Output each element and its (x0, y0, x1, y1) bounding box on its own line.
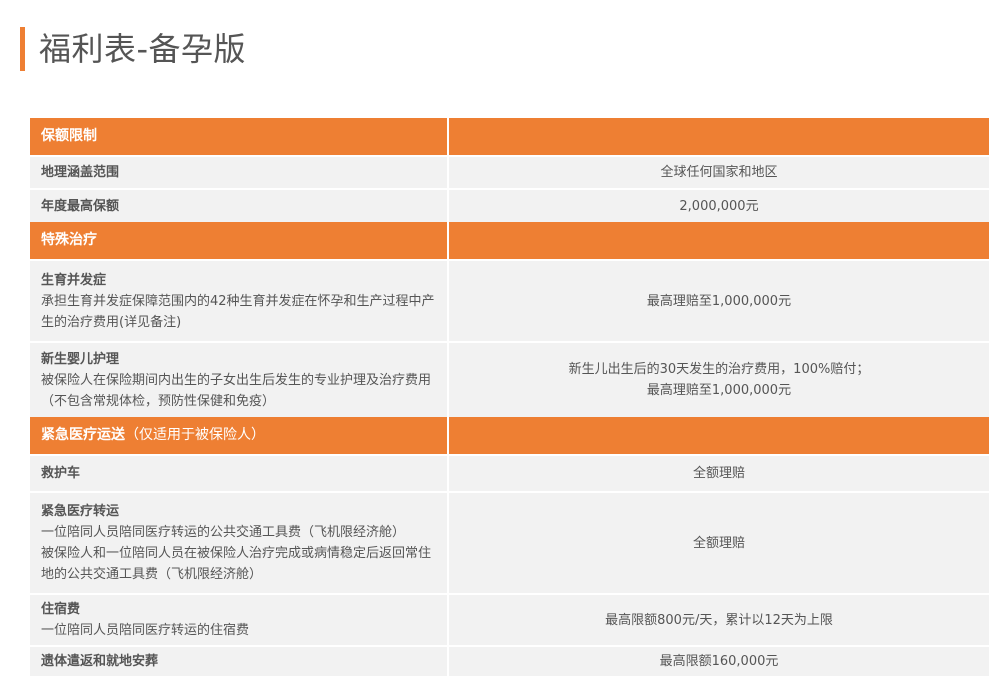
item-value: 最高限额160,000元 (448, 645, 989, 676)
item-description: 被保险人和一位陪同人员在被保险人治疗完成或病情稳定后返回常住地的公共交通工具费（… (41, 546, 432, 582)
section-header-emergency-transport: 紧急医疗运送（仅适用于被保险人） (30, 417, 989, 455)
item-name: 救护车 (41, 466, 81, 481)
section-label: 紧急医疗运送 (41, 427, 125, 443)
item-name: 生育并发症 (41, 272, 107, 288)
item-name-cell: 地理涵盖范围 (30, 155, 449, 189)
section-label: 特殊治疗 (41, 232, 97, 248)
title-accent-bar (20, 27, 25, 71)
section-title-cell: 紧急医疗运送（仅适用于被保险人） (30, 417, 449, 455)
item-description: 一位陪同人员陪同医疗转运的公共交通工具费（飞机限经济舱） (41, 525, 406, 540)
item-name: 新生婴儿护理 (41, 351, 120, 367)
table-row-accommodation: 住宿费 一位陪同人员陪同医疗转运的住宿费 最高限额800元/天，累计以12天为上… (30, 593, 989, 646)
item-name-cell: 紧急医疗转运 一位陪同人员陪同医疗转运的公共交通工具费（飞机限经济舱） 被保险人… (30, 491, 449, 594)
item-value: 2,000,000元 (448, 188, 989, 222)
item-name-cell: 救护车 (30, 454, 449, 492)
item-value: 最高理赔至1,000,000元 (448, 259, 989, 342)
section-blank-cell (448, 417, 989, 455)
section-blank-cell (448, 118, 989, 156)
section-header-coverage-limit: 保额限制 (30, 118, 989, 156)
table-row-geographic-scope: 地理涵盖范围 全球任何国家和地区 (30, 155, 989, 189)
item-name-cell: 住宿费 一位陪同人员陪同医疗转运的住宿费 (30, 593, 449, 646)
item-value: 全球任何国家和地区 (448, 155, 989, 189)
item-description: 被保险人在保险期间内出生的子女出生后发生的专业护理及治疗费用（不包含常规体检，预… (41, 372, 432, 409)
item-description: 一位陪同人员陪同医疗转运的住宿费 (41, 623, 250, 638)
table-row-annual-max: 年度最高保额 2,000,000元 (30, 188, 989, 222)
item-name: 年度最高保额 (41, 198, 120, 214)
page-title: 福利表-备孕版 (39, 30, 247, 68)
item-name-cell: 遗体遣返和就地安葬 (30, 645, 449, 676)
item-value-line: 新生儿出生后的30天发生的治疗费用，100%赔付； (568, 362, 870, 377)
section-note: （仅适用于被保险人） (125, 427, 265, 443)
section-title-cell: 保额限制 (30, 118, 449, 156)
item-name-cell: 新生婴儿护理 被保险人在保险期间内出生的子女出生后发生的专业护理及治疗费用（不包… (30, 341, 449, 417)
item-name: 地理涵盖范围 (41, 165, 120, 180)
section-header-special-treatment: 特殊治疗 (30, 222, 989, 260)
item-value-line: 最高理赔至1,000,000元 (646, 383, 792, 398)
section-title-cell: 特殊治疗 (30, 222, 449, 260)
benefit-table: 保额限制 地理涵盖范围 全球任何国家和地区 年度最高保额 2,000,000元 … (30, 118, 989, 676)
item-description: 承担生育并发症保障范围内的42种生育并发症在怀孕和生产过程中产生的治疗费用(详见… (41, 293, 435, 330)
item-name-cell: 生育并发症 承担生育并发症保障范围内的42种生育并发症在怀孕和生产过程中产生的治… (30, 259, 449, 342)
section-blank-cell (448, 222, 989, 260)
table-row-pregnancy-complications: 生育并发症 承担生育并发症保障范围内的42种生育并发症在怀孕和生产过程中产生的治… (30, 259, 989, 342)
section-label: 保额限制 (41, 128, 97, 144)
table-row-repatriation: 遗体遣返和就地安葬 最高限额160,000元 (30, 645, 989, 676)
page-header: 福利表-备孕版 (20, 27, 246, 71)
table-row-medical-evacuation: 紧急医疗转运 一位陪同人员陪同医疗转运的公共交通工具费（飞机限经济舱） 被保险人… (30, 491, 989, 594)
item-value: 全额理赔 (448, 491, 989, 594)
item-name: 紧急医疗转运 (41, 504, 120, 519)
item-name: 住宿费 (41, 602, 81, 617)
table-row-ambulance: 救护车 全额理赔 (30, 454, 989, 492)
item-value-cell: 新生儿出生后的30天发生的治疗费用，100%赔付； 最高理赔至1,000,000… (448, 341, 989, 417)
item-name: 遗体遣返和就地安葬 (41, 654, 159, 669)
table-row-newborn-care: 新生婴儿护理 被保险人在保险期间内出生的子女出生后发生的专业护理及治疗费用（不包… (30, 341, 989, 417)
item-value: 最高限额800元/天，累计以12天为上限 (448, 593, 989, 646)
item-value: 全额理赔 (448, 454, 989, 492)
item-name-cell: 年度最高保额 (30, 188, 449, 222)
